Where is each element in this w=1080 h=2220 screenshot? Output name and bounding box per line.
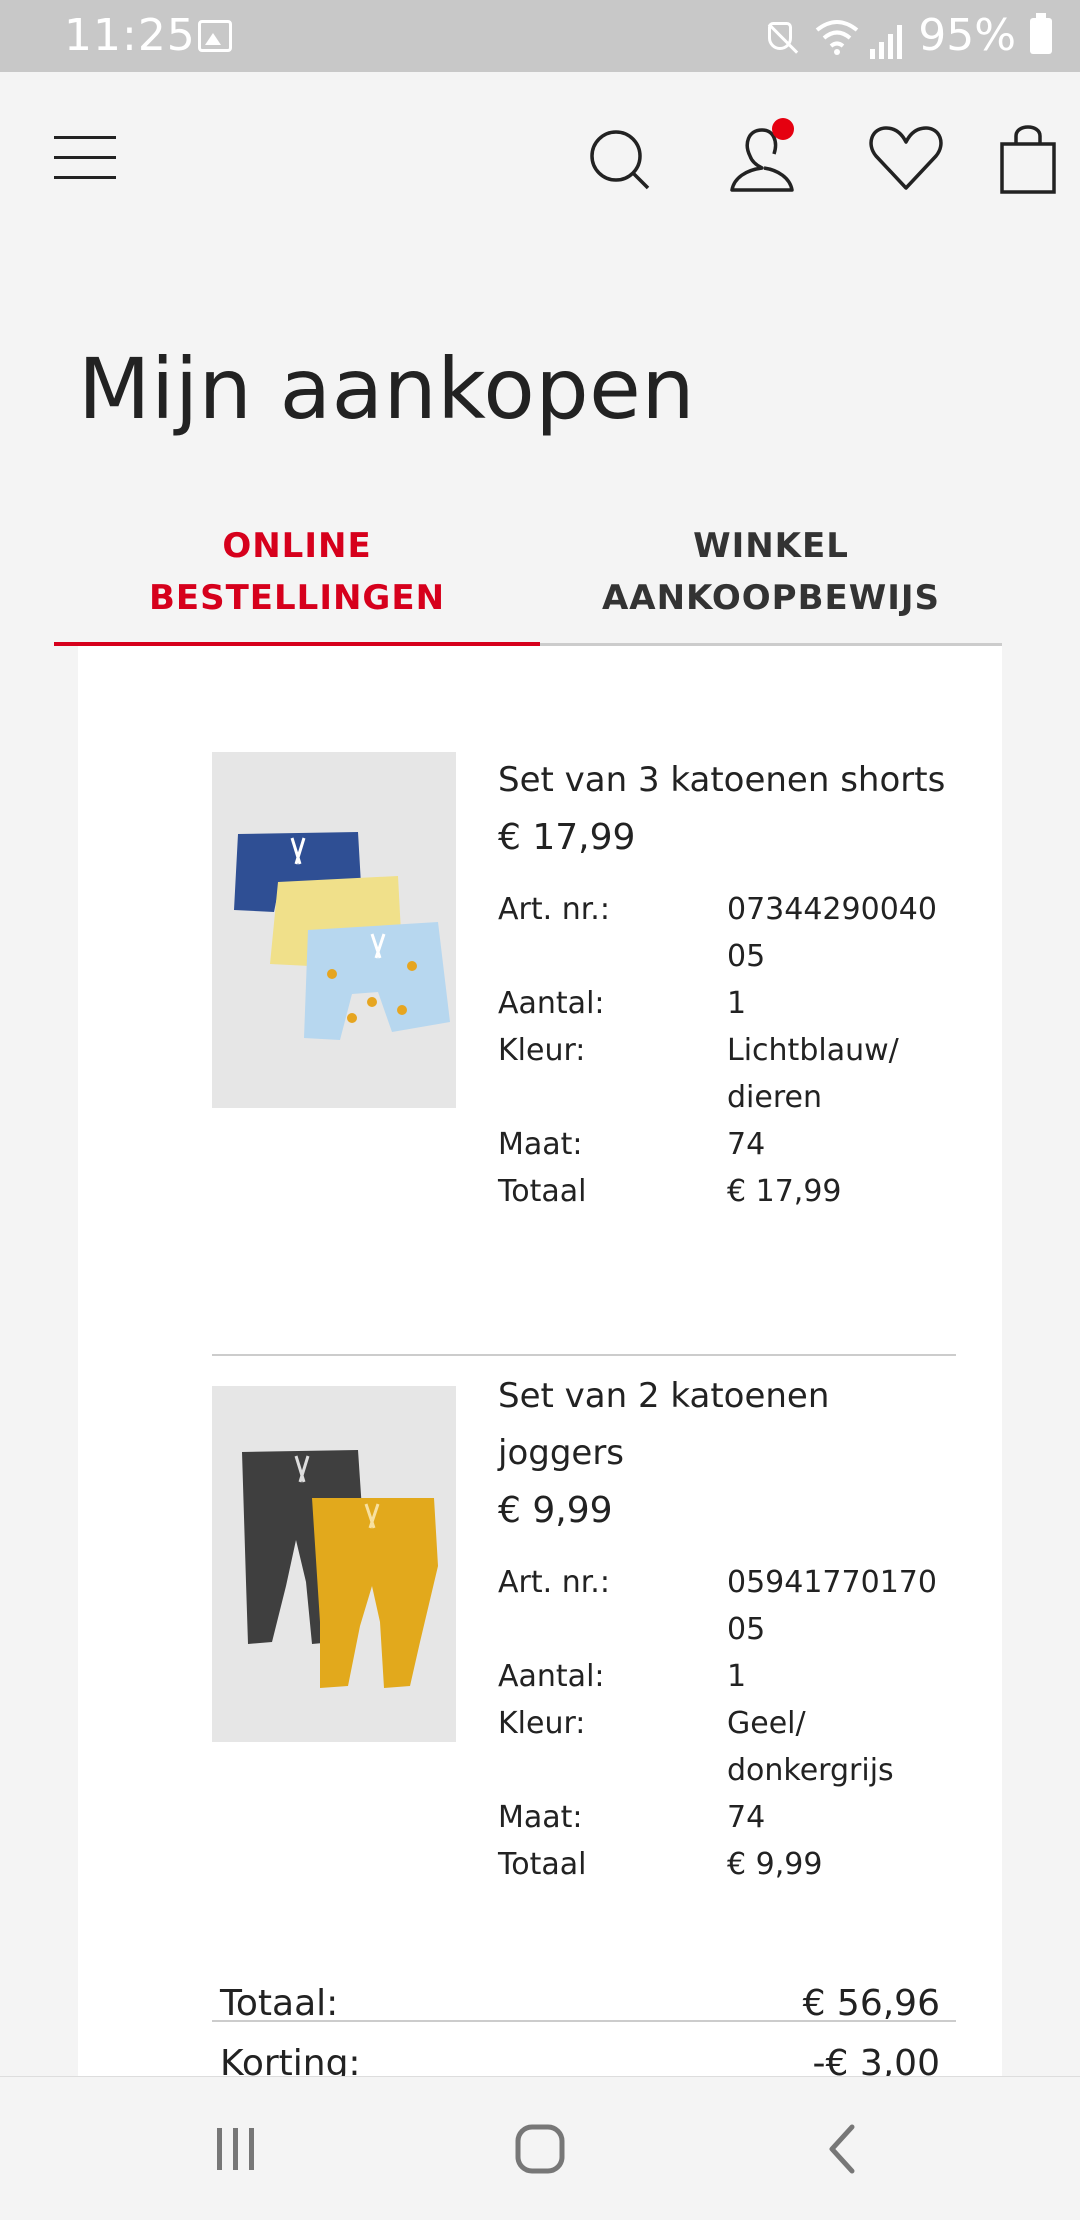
detail-row-total: Totaal € 9,99 bbox=[498, 1841, 956, 1888]
mute-icon bbox=[768, 21, 793, 50]
tab-label: ONLINE BESTELLINGEN bbox=[148, 526, 446, 618]
detail-value: € 17,99 bbox=[727, 1174, 842, 1209]
status-bar: 11:25 95% bbox=[0, 0, 1080, 72]
product-image[interactable] bbox=[212, 752, 456, 1108]
detail-row-art-nr: Art. nr.: 0594177017005 bbox=[498, 1559, 956, 1653]
item-name[interactable]: Set van 3 katoenen shorts bbox=[498, 752, 956, 809]
detail-label: Kleur: bbox=[498, 1706, 586, 1741]
summary-total-row: Totaal: € 56,96 bbox=[220, 1974, 940, 2034]
tab-label: WINKEL AANKOOPBEWIJS bbox=[601, 526, 941, 618]
detail-value: 0734429004005 bbox=[727, 892, 937, 974]
detail-row-quantity: Aantal: 1 bbox=[498, 980, 956, 1027]
status-icons: 95% bbox=[760, 10, 1052, 61]
detail-row-size: Maat: 74 bbox=[498, 1794, 956, 1841]
detail-label: Maat: bbox=[498, 1800, 583, 1835]
item-price: € 9,99 bbox=[498, 1490, 613, 1531]
home-icon[interactable] bbox=[470, 2077, 610, 2220]
product-image[interactable] bbox=[212, 1386, 456, 1742]
detail-label: Totaal bbox=[498, 1174, 587, 1209]
orders-card: Set van 3 katoenen shorts € 17,99 Art. n… bbox=[78, 646, 1002, 2084]
detail-label: Aantal: bbox=[498, 1659, 605, 1694]
summary-total-label: Totaal: bbox=[220, 1983, 339, 2024]
purchase-tabs: ONLINE BESTELLINGEN WINKEL AANKOOPBEWIJS bbox=[54, 520, 1002, 646]
detail-value: € 9,99 bbox=[727, 1847, 823, 1882]
detail-label: Kleur: bbox=[498, 1033, 586, 1068]
detail-value: Geel/ donkergrijs bbox=[727, 1706, 894, 1788]
detail-row-color: Kleur: Geel/ donkergrijs bbox=[498, 1700, 956, 1794]
item-details: Set van 2 katoenen joggers € 9,99 Art. n… bbox=[498, 1368, 956, 1888]
detail-value: 1 bbox=[727, 1659, 747, 1694]
tab-store-receipts[interactable]: WINKEL AANKOOPBEWIJS bbox=[540, 520, 1002, 646]
bag-icon[interactable] bbox=[996, 118, 1060, 198]
order-item: Set van 3 katoenen shorts € 17,99 Art. n… bbox=[212, 752, 956, 1356]
signal-icon bbox=[868, 19, 904, 59]
detail-value: 0594177017005 bbox=[727, 1565, 937, 1647]
detail-label: Aantal: bbox=[498, 986, 605, 1021]
account-icon[interactable] bbox=[724, 118, 814, 198]
page-title: Mijn aankopen bbox=[78, 340, 696, 438]
detail-label: Art. nr.: bbox=[498, 892, 610, 927]
wifi-icon bbox=[814, 16, 859, 56]
back-icon[interactable] bbox=[772, 2077, 912, 2220]
battery-percentage: 95% bbox=[918, 10, 1016, 61]
app-header bbox=[0, 72, 1080, 242]
detail-value: 74 bbox=[727, 1800, 766, 1835]
detail-value: Lichtblauw/ dieren bbox=[727, 1033, 899, 1115]
order-item: Set van 2 katoenen joggers € 9,99 Art. n… bbox=[212, 1376, 956, 2022]
item-price: € 17,99 bbox=[498, 817, 636, 858]
detail-row-art-nr: Art. nr.: 0734429004005 bbox=[498, 886, 956, 980]
detail-label: Maat: bbox=[498, 1127, 583, 1162]
menu-icon[interactable] bbox=[54, 136, 116, 180]
search-icon[interactable] bbox=[584, 118, 654, 198]
detail-row-quantity: Aantal: 1 bbox=[498, 1653, 956, 1700]
detail-row-size: Maat: 74 bbox=[498, 1121, 956, 1168]
item-details: Set van 3 katoenen shorts € 17,99 Art. n… bbox=[498, 752, 956, 1215]
status-time: 11:25 bbox=[64, 10, 196, 61]
image-icon bbox=[198, 20, 232, 52]
item-name[interactable]: Set van 2 katoenen joggers bbox=[498, 1368, 956, 1482]
purchases-page: 11:25 95% Mijn aankopen ONLINE BESTELLIN… bbox=[0, 0, 1080, 2220]
detail-row-total: Totaal € 17,99 bbox=[498, 1168, 956, 1215]
detail-value: 1 bbox=[727, 986, 747, 1021]
system-nav-bar bbox=[0, 2076, 1080, 2220]
detail-row-color: Kleur: Lichtblauw/ dieren bbox=[498, 1027, 956, 1121]
detail-label: Totaal bbox=[498, 1847, 587, 1882]
favorites-icon[interactable] bbox=[866, 118, 946, 198]
notification-badge bbox=[772, 118, 794, 140]
battery-icon bbox=[1030, 12, 1052, 54]
detail-label: Art. nr.: bbox=[498, 1565, 610, 1600]
summary-total-value: € 56,96 bbox=[802, 1983, 940, 2024]
detail-value: 74 bbox=[727, 1127, 766, 1162]
recent-apps-icon[interactable] bbox=[166, 2077, 306, 2220]
tab-online-orders[interactable]: ONLINE BESTELLINGEN bbox=[54, 520, 540, 646]
